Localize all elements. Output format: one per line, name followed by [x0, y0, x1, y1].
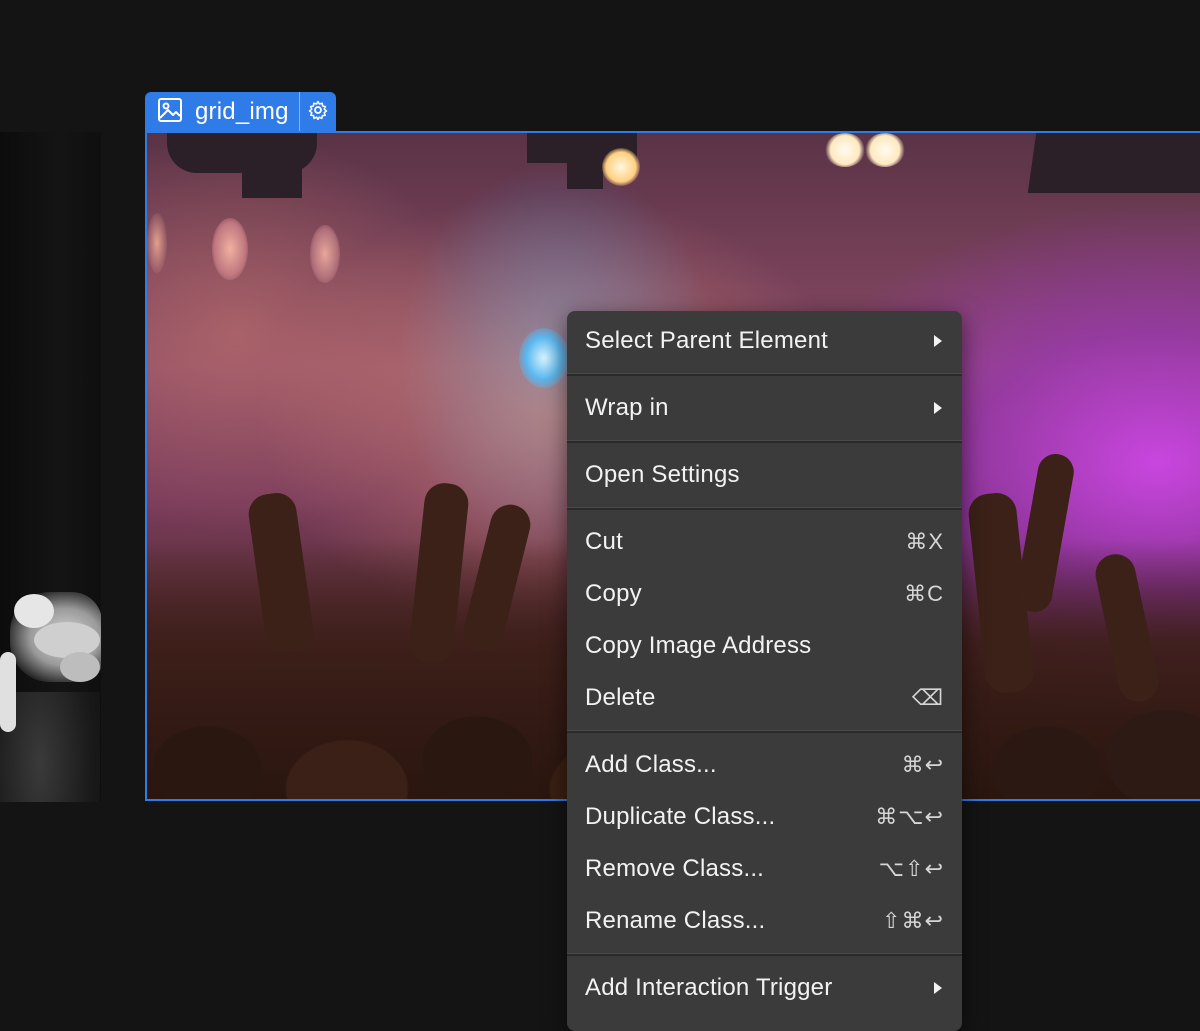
- menu-item-label: Wrap in: [585, 394, 669, 421]
- menu-item-label: Add Class...: [585, 751, 717, 778]
- gear-icon: [308, 100, 328, 125]
- stage-light: [310, 225, 340, 283]
- menu-item-label: Cut: [585, 528, 623, 555]
- element-tag-label: grid_img: [195, 98, 289, 125]
- stage-rig: [242, 163, 302, 198]
- menu-item-shortcut: ⌥⇧↩: [878, 856, 944, 881]
- image-icon: [157, 97, 183, 128]
- menu-item-shortcut: ⌘↩: [901, 752, 944, 777]
- menu-item-shortcut: ⇧⌘↩: [882, 908, 944, 933]
- menu-item-copy[interactable]: Copy ⌘C: [567, 568, 962, 620]
- menu-item-rename-class[interactable]: Rename Class... ⇧⌘↩: [567, 895, 962, 947]
- menu-item-add-interaction-trigger[interactable]: Add Interaction Trigger: [567, 962, 962, 1014]
- menu-item-cut[interactable]: Cut ⌘X: [567, 516, 962, 568]
- stage-light: [865, 133, 905, 167]
- element-tag-main[interactable]: grid_img: [145, 92, 299, 132]
- menu-item-copy-image-address[interactable]: Copy Image Address: [567, 620, 962, 672]
- photo-finger: [14, 594, 54, 628]
- menu-item-shortcut: ⌘⌥↩: [875, 804, 944, 829]
- submenu-arrow-icon: [934, 982, 942, 994]
- menu-item-duplicate-class[interactable]: Duplicate Class... ⌘⌥↩: [567, 791, 962, 843]
- menu-item-shortcut: ⌫: [911, 685, 944, 710]
- element-settings-button[interactable]: [300, 92, 336, 132]
- menu-item-delete[interactable]: Delete ⌫: [567, 672, 962, 724]
- stage-light: [147, 213, 167, 273]
- menu-item-label: Open Settings: [585, 461, 740, 488]
- photo-arm: [0, 652, 16, 732]
- photo-finger: [60, 652, 100, 682]
- menu-item-label: Remove Class...: [585, 855, 765, 882]
- submenu-arrow-icon: [934, 402, 942, 414]
- menu-separator: [567, 507, 962, 510]
- menu-item-label: Rename Class...: [585, 907, 766, 934]
- submenu-arrow-icon: [934, 335, 942, 347]
- neighbor-image[interactable]: [0, 132, 101, 802]
- menu-separator: [567, 440, 962, 443]
- menu-separator: [567, 730, 962, 733]
- element-tag[interactable]: grid_img: [145, 92, 336, 132]
- menu-item-open-settings[interactable]: Open Settings: [567, 449, 962, 501]
- menu-item-add-class[interactable]: Add Class... ⌘↩: [567, 739, 962, 791]
- menu-item-label: Copy: [585, 580, 642, 607]
- menu-item-remove-class[interactable]: Remove Class... ⌥⇧↩: [567, 843, 962, 895]
- stage-light: [825, 133, 865, 167]
- stage-rig: [567, 153, 603, 189]
- menu-item-wrap-in[interactable]: Wrap in: [567, 382, 962, 434]
- menu-item-label: Delete: [585, 684, 656, 711]
- menu-item-label: Add Interaction Trigger: [585, 974, 833, 1001]
- photo-finger: [34, 622, 100, 658]
- stage-light: [212, 218, 248, 280]
- stage-rig: [1027, 133, 1200, 193]
- stage-light: [519, 328, 569, 388]
- context-menu: Select Parent Element Wrap in Open Setting…: [567, 311, 962, 1031]
- stage-light: [602, 148, 640, 186]
- menu-item-shortcut: ⌘C: [904, 581, 944, 606]
- menu-separator: [567, 953, 962, 956]
- menu-item-shortcut: ⌘X: [905, 529, 944, 554]
- menu-item-label: Copy Image Address: [585, 632, 812, 659]
- menu-item-select-parent-element[interactable]: Select Parent Element: [567, 315, 962, 367]
- menu-separator: [567, 373, 962, 376]
- menu-item-label: Duplicate Class...: [585, 803, 776, 830]
- menu-item-label: Select Parent Element: [585, 327, 828, 354]
